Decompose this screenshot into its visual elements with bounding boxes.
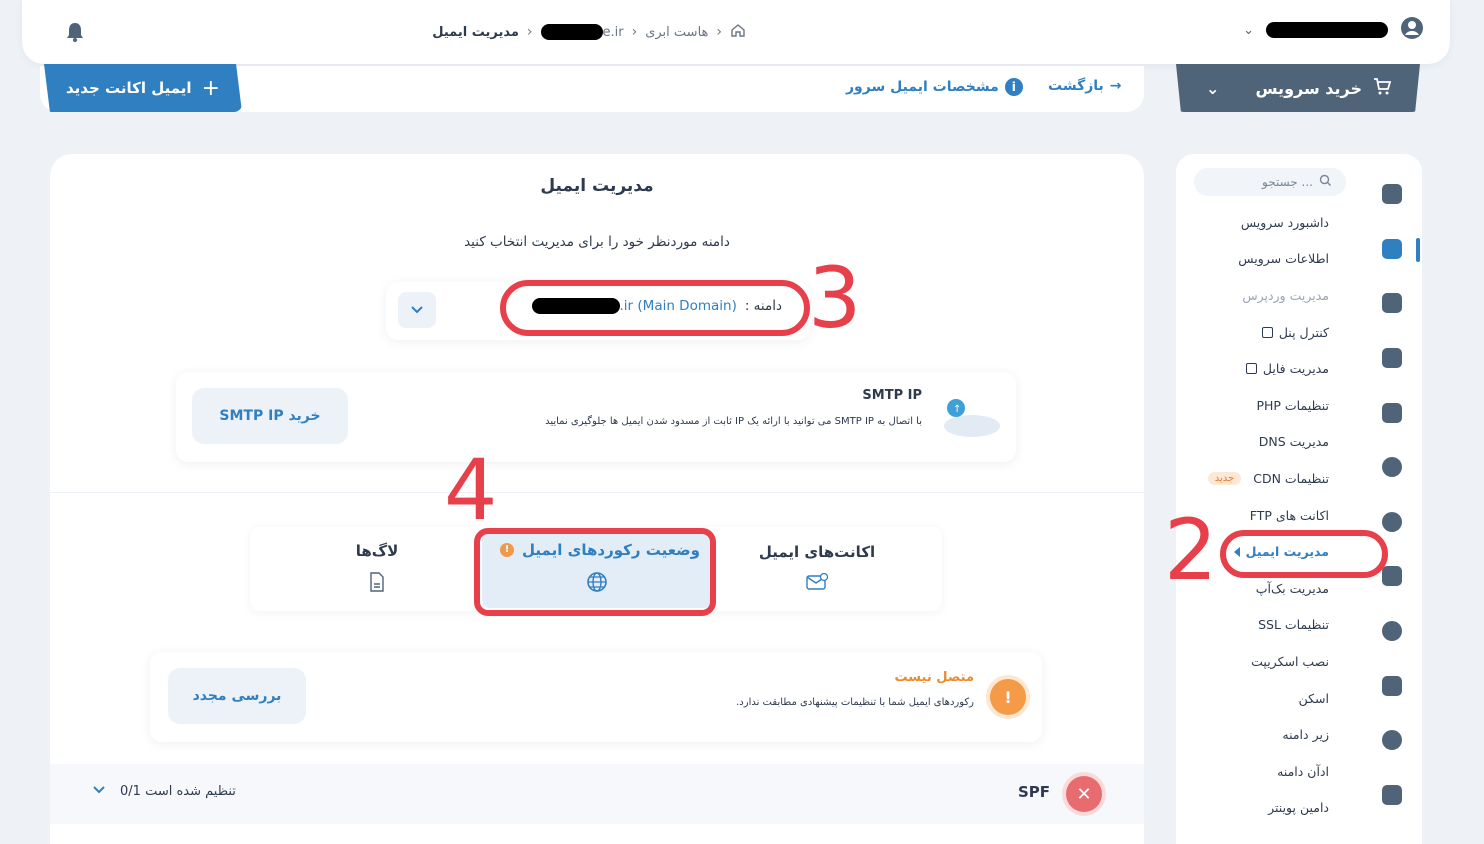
buy-service-button[interactable]: خرید سرویس ⌄ bbox=[1176, 64, 1420, 112]
sidebar-item-cdn[interactable]: تنظیمات CDN جدید bbox=[1149, 460, 1329, 497]
info-icon: i bbox=[1004, 78, 1023, 96]
chevron-icon: ‹ bbox=[716, 24, 722, 40]
plus-icon: + bbox=[201, 75, 221, 101]
sidebar-item-file-manager[interactable]: مدیریت فایل bbox=[1149, 350, 1329, 387]
status-description: رکوردهای ایمیل شما با تنظیمات پیشنهادی م… bbox=[736, 697, 974, 708]
sidebar-icon-rail bbox=[1372, 176, 1412, 813]
user-name-redacted bbox=[1266, 22, 1388, 38]
close-icon: ✕ bbox=[1066, 776, 1102, 812]
spf-label: SPF bbox=[1018, 783, 1051, 801]
status-title: متصل نیست bbox=[894, 670, 974, 685]
dashboard-icon[interactable] bbox=[1372, 176, 1412, 213]
database-icon[interactable] bbox=[1372, 340, 1412, 377]
annotation-box-sidebar bbox=[1220, 530, 1388, 578]
warning-icon: ! bbox=[990, 679, 1026, 715]
breadcrumb-parent[interactable]: هاست ابری bbox=[645, 25, 708, 40]
active-section-indicator bbox=[1416, 238, 1420, 262]
drive-icon[interactable] bbox=[1372, 394, 1412, 431]
annotation-box-domain bbox=[500, 280, 810, 336]
cart-icon bbox=[1372, 76, 1392, 100]
breadcrumb-current: مدیریت ایمیل bbox=[432, 24, 519, 40]
divider bbox=[50, 492, 1144, 493]
search-icon bbox=[1319, 174, 1332, 190]
hosting-icon[interactable] bbox=[1372, 231, 1412, 268]
chevron-down-icon bbox=[92, 784, 106, 799]
user-menu[interactable]: ⌄ bbox=[1243, 16, 1424, 44]
external-link-icon bbox=[1245, 363, 1257, 375]
sidebar-item-control-panel[interactable]: کنترل پنل bbox=[1149, 314, 1329, 351]
sidebar-item-service-dashboard[interactable]: داشبورد سرویس bbox=[1149, 204, 1329, 241]
headset-icon[interactable] bbox=[1372, 722, 1412, 759]
sidebar-item-install-script[interactable]: نصب اسکریپت bbox=[1149, 643, 1329, 680]
file-icon bbox=[368, 572, 386, 596]
recheck-button[interactable]: بررسی مجدد bbox=[168, 668, 306, 724]
envelope-icon bbox=[806, 572, 829, 595]
chevron-icon: ‹ bbox=[526, 24, 533, 40]
svg-text:↑: ↑ bbox=[953, 404, 961, 415]
sidebar-item-ssl[interactable]: تنظیمات SSL bbox=[1149, 607, 1329, 644]
sidebar-item-dns[interactable]: مدیریت DNS bbox=[1149, 424, 1329, 461]
chevron-icon: ‹ bbox=[631, 24, 638, 40]
annotation-number-4: 4 bbox=[444, 441, 498, 539]
breadcrumb-domain[interactable]: e.ir bbox=[540, 24, 624, 40]
server-info-link[interactable]: i مشخصات ایمیل سرور bbox=[846, 78, 1023, 96]
back-link[interactable]: → بازگشت bbox=[1048, 78, 1122, 94]
annotation-number-2: 2 bbox=[1164, 501, 1218, 599]
smtp-description: با اتصال به SMTP IP می توانید با ارائه ی… bbox=[545, 416, 922, 427]
page-subtitle: دامنه موردنظر خود را برای مدیریت انتخاب … bbox=[464, 234, 730, 250]
sidebar-item-scan[interactable]: اسکن bbox=[1149, 680, 1329, 717]
server-icon[interactable] bbox=[1372, 285, 1412, 322]
cloud-icon[interactable] bbox=[1372, 613, 1412, 650]
user-avatar-icon bbox=[1400, 16, 1424, 44]
chevron-down-icon: ⌄ bbox=[1243, 22, 1254, 38]
sidebar-search-input[interactable]: جستجو ... bbox=[1194, 168, 1346, 196]
buy-smtp-ip-button[interactable]: خرید SMTP IP bbox=[192, 388, 348, 444]
tab-email-accounts[interactable]: اکانت‌های ایمیل bbox=[702, 530, 932, 608]
sidebar-item-php[interactable]: تنظیمات PHP bbox=[1149, 387, 1329, 424]
lock-icon[interactable] bbox=[1372, 449, 1412, 486]
profile-icon[interactable] bbox=[1372, 777, 1412, 814]
document-icon[interactable] bbox=[1372, 667, 1412, 704]
sidebar-item-service-info[interactable]: اطلاعات سرویس bbox=[1149, 241, 1329, 278]
smtp-title: SMTP IP bbox=[862, 388, 922, 403]
arrow-right-icon: → bbox=[1109, 78, 1122, 94]
chevron-down-icon[interactable] bbox=[398, 292, 436, 328]
new-email-account-button[interactable]: + ایمیل اکانت جدید bbox=[44, 64, 242, 112]
cloud-icon: ↑ bbox=[942, 396, 1000, 438]
new-badge: جدید bbox=[1207, 471, 1242, 485]
external-link-icon bbox=[1261, 326, 1273, 338]
page-title: مدیریت ایمیل bbox=[540, 176, 654, 196]
sidebar-item-domain-pointer[interactable]: دامین پوینتر bbox=[1149, 790, 1329, 827]
breadcrumb: ‹ هاست ابری ‹ e.ir ‹ مدیریت ایمیل bbox=[432, 20, 746, 44]
sidebar-item-addon-domain[interactable]: ادآن دامنه bbox=[1149, 753, 1329, 790]
sidebar-item-subdomain[interactable]: زیر دامنه bbox=[1149, 716, 1329, 753]
bell-icon[interactable] bbox=[52, 18, 98, 46]
home-icon[interactable] bbox=[730, 22, 746, 42]
tab-logs[interactable]: لاگ‌ها bbox=[262, 530, 492, 608]
sidebar-item-wordpress[interactable]: مدیریت وردپرس bbox=[1149, 277, 1329, 314]
annotation-number-3: 3 bbox=[808, 249, 862, 347]
spf-status[interactable]: 0/1 تنظیم شده است bbox=[92, 784, 236, 799]
chevron-down-icon: ⌄ bbox=[1206, 78, 1220, 98]
annotation-box-tab bbox=[474, 528, 716, 616]
